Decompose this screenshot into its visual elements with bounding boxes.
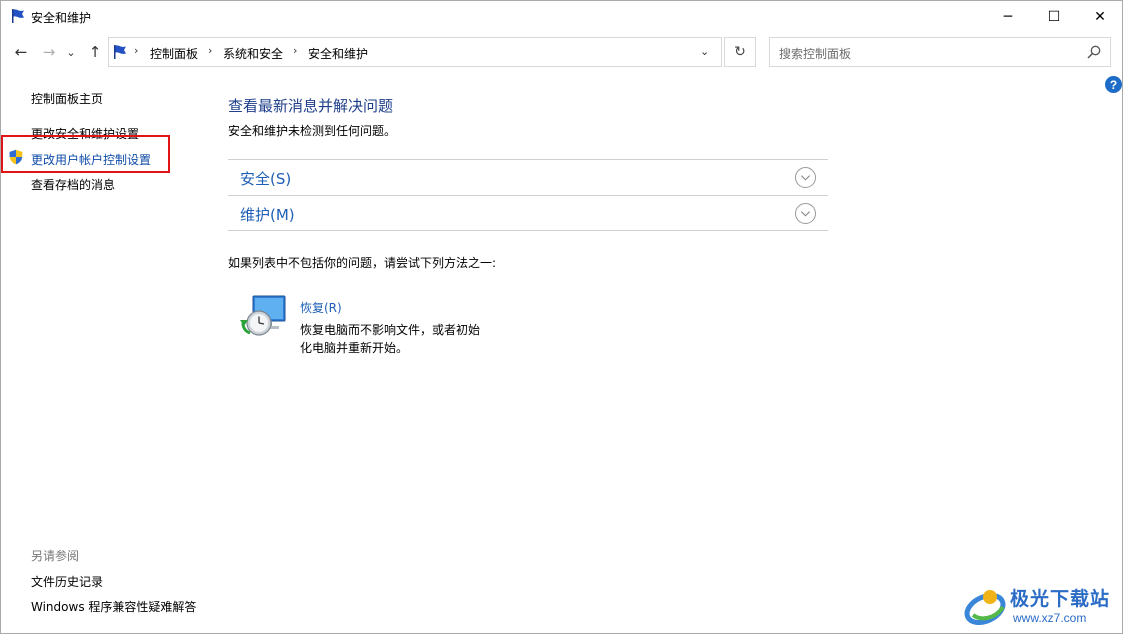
title-bar[interactable]: 安全和维护 ─ ☐ ✕ bbox=[1, 1, 1122, 33]
watermark-name: 极光下载站 bbox=[1010, 588, 1111, 610]
page-title: 查看最新消息并解决问题 bbox=[228, 97, 394, 115]
watermark: 极光下载站 www.xz7.com bbox=[963, 581, 1123, 631]
recent-locations-icon[interactable]: ⌄ bbox=[64, 41, 78, 63]
breadcrumb-system-security[interactable]: 系统和安全 bbox=[223, 45, 283, 62]
search-icon[interactable] bbox=[1086, 44, 1102, 60]
breadcrumb-security-maintenance[interactable]: 安全和维护 bbox=[308, 45, 368, 62]
watermark-logo-icon bbox=[964, 590, 1006, 626]
flag-icon bbox=[114, 45, 126, 59]
security-section-label[interactable]: 安全(S) bbox=[240, 168, 291, 189]
maximize-button[interactable]: ☐ bbox=[1031, 1, 1077, 32]
control-panel-window: 安全和维护 ─ ☐ ✕ ← → ⌄ ↑ › 控制面板 › 系统和安全 › 安全和… bbox=[0, 0, 1123, 634]
breadcrumb-separator[interactable]: › bbox=[293, 44, 297, 57]
status-message: 安全和维护未检测到任何问题。 bbox=[228, 124, 397, 138]
see-also-heading: 另请参阅 bbox=[31, 549, 80, 563]
breadcrumb-separator[interactable]: › bbox=[134, 44, 138, 57]
chevron-down-icon[interactable]: ⌄ bbox=[700, 45, 709, 58]
security-section-header[interactable]: 安全(S) bbox=[228, 159, 828, 195]
compatibility-troubleshooter-link[interactable]: Windows 程序兼容性疑难解答 bbox=[31, 598, 196, 615]
recovery-link[interactable]: 恢复(R) bbox=[300, 299, 342, 316]
breadcrumb-separator[interactable]: › bbox=[208, 44, 212, 57]
window-title: 安全和维护 bbox=[31, 11, 92, 25]
search-box[interactable]: 搜索控制面板 bbox=[769, 37, 1111, 67]
recovery-icon[interactable] bbox=[239, 293, 287, 341]
breadcrumb-control-panel[interactable]: 控制面板 bbox=[150, 45, 198, 62]
flag-icon bbox=[12, 9, 24, 23]
recovery-description-line2: 化电脑并重新开始。 bbox=[300, 341, 409, 355]
change-uac-settings-link[interactable]: 更改用户帐户控制设置 bbox=[31, 151, 151, 168]
suggestion-text: 如果列表中不包括你的问题，请尝试下列方法之一: bbox=[228, 256, 497, 270]
back-arrow-icon[interactable]: ← bbox=[11, 41, 31, 63]
forward-arrow-icon[interactable]: → bbox=[39, 41, 59, 63]
control-panel-home-link[interactable]: 控制面板主页 bbox=[31, 90, 103, 107]
file-history-link[interactable]: 文件历史记录 bbox=[31, 573, 103, 590]
search-input[interactable]: 搜索控制面板 bbox=[779, 45, 851, 62]
address-bar[interactable]: › 控制面板 › 系统和安全 › 安全和维护 ⌄ bbox=[108, 37, 722, 67]
minimize-button[interactable]: ─ bbox=[985, 1, 1031, 32]
navigation-bar: ← → ⌄ ↑ › 控制面板 › 系统和安全 › 安全和维护 ⌄ ↻ 搜索控制面… bbox=[1, 35, 1122, 69]
help-icon[interactable]: ? bbox=[1105, 76, 1122, 93]
view-archived-messages-link[interactable]: 查看存档的消息 bbox=[31, 176, 115, 193]
close-button[interactable]: ✕ bbox=[1077, 1, 1123, 32]
refresh-button[interactable]: ↻ bbox=[724, 37, 756, 67]
chevron-down-icon[interactable] bbox=[795, 203, 816, 224]
shield-icon bbox=[9, 149, 23, 165]
recovery-description-line1: 恢复电脑而不影响文件，或者初始 bbox=[300, 323, 481, 337]
up-arrow-icon[interactable]: ↑ bbox=[85, 41, 105, 63]
maintenance-section-header[interactable]: 维护(M) bbox=[228, 195, 828, 231]
watermark-url: www.xz7.com bbox=[1013, 611, 1087, 625]
maintenance-section-label[interactable]: 维护(M) bbox=[240, 204, 295, 225]
chevron-down-icon[interactable] bbox=[795, 167, 816, 188]
